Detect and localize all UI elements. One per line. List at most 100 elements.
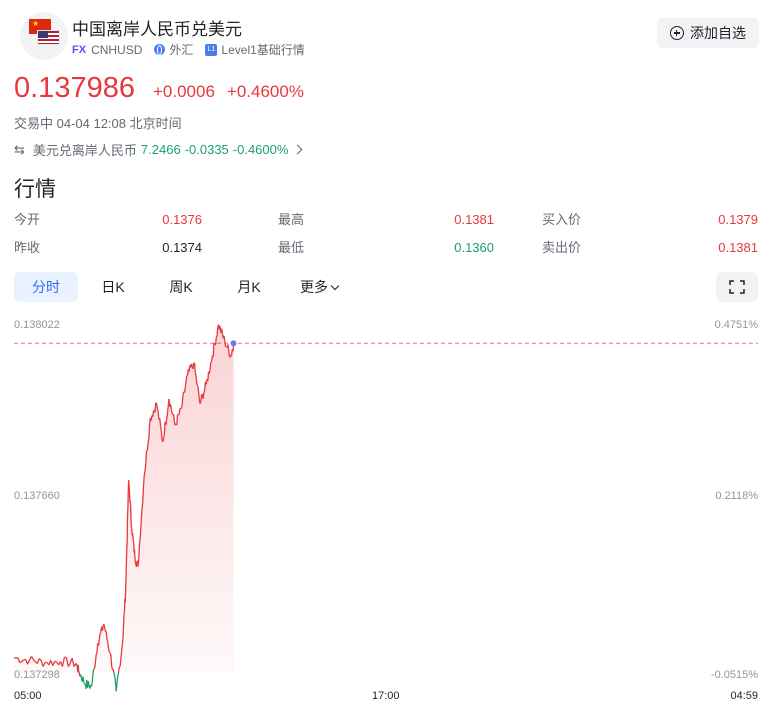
price-line-segment	[203, 389, 206, 394]
price-line-segment	[214, 337, 217, 346]
price-line-segment	[116, 676, 119, 682]
price-line-segment	[94, 654, 97, 663]
tab-weekly-k[interactable]: 周K	[148, 272, 214, 302]
price-line-segment	[142, 488, 145, 503]
price-line-segment	[99, 631, 102, 635]
price-line-segment	[197, 385, 200, 391]
tab-more[interactable]: 更多	[284, 272, 354, 302]
price-line-segment	[169, 404, 172, 410]
swap-icon: ⇆	[14, 141, 25, 157]
price-line-segment	[146, 443, 149, 451]
price-line-segment	[215, 335, 218, 338]
price-line-segment	[144, 463, 147, 472]
y-tick-label: 0.137660	[14, 490, 60, 502]
last-price: 0.137986	[14, 72, 135, 104]
price-line-segment	[227, 344, 230, 350]
price-line-segment	[166, 412, 169, 420]
stat-value: 0.1376	[162, 212, 202, 227]
price-line-segment	[162, 437, 165, 443]
price-line-segment	[208, 369, 211, 374]
price-line-segment	[213, 342, 216, 345]
price-line-segment	[195, 376, 198, 385]
quote-row: 0.137986 +0.0006 +0.4600%	[14, 72, 304, 105]
price-line-segment	[210, 360, 213, 363]
level1-icon: L1	[205, 43, 218, 56]
fx-badge: FX	[72, 43, 87, 56]
plus-circle-icon	[670, 26, 684, 40]
tab-intraday[interactable]: 分时	[14, 272, 78, 302]
price-line-segment	[212, 343, 215, 357]
price-line-segment	[137, 558, 140, 567]
price-line-segment	[183, 387, 186, 393]
price-line-segment	[119, 657, 122, 667]
price-line-segment	[91, 672, 94, 683]
x-tick-label: 17:00	[372, 690, 400, 702]
price-line-segment	[159, 425, 162, 431]
stat-label: 卖出价	[542, 240, 582, 255]
price-line-segment	[141, 502, 144, 510]
price-line-segment	[140, 509, 143, 524]
stat-value: 0.1379	[718, 212, 758, 227]
price-line-segment	[154, 402, 157, 413]
price-line-segment	[103, 623, 106, 628]
y-tick-label: 0.138022	[14, 319, 60, 331]
price-line-segment	[155, 402, 158, 405]
stat-label: 最低	[278, 240, 305, 255]
price-line-segment	[221, 328, 224, 335]
price-line-segment	[229, 355, 232, 358]
price-line-segment	[180, 404, 183, 409]
intraday-chart[interactable]: 0.138022 0.137660 0.137298 0.4751% 0.211…	[0, 310, 784, 718]
price-line-segment	[228, 349, 231, 357]
header: ★ 中国离岸人民币兑美元 FX CNHUSD 外汇 L1 Level1基础行情 …	[14, 12, 770, 62]
price-line-segment	[117, 666, 121, 672]
stat-ask: 卖出价 0.1381	[542, 236, 758, 260]
price-line-segment	[143, 471, 146, 476]
price-line-segment	[192, 362, 195, 369]
last-price-dot	[230, 340, 237, 347]
price-line-segment	[181, 395, 184, 405]
price-line-segment	[107, 648, 110, 653]
price-line-segment	[138, 543, 141, 560]
price-line-segment	[209, 362, 212, 370]
symbol-label: CNHUSD	[91, 42, 143, 57]
tab-daily-k[interactable]: 日K	[78, 272, 148, 302]
stat-value: 0.1381	[454, 212, 494, 227]
price-line-segment	[90, 681, 93, 687]
price-line-segment	[110, 655, 113, 667]
pct-tick-label: 0.2118%	[715, 490, 758, 502]
price-line-segment	[194, 372, 197, 377]
price-line-segment	[184, 381, 187, 388]
price-line-segment	[80, 674, 83, 679]
related-pair-link[interactable]: ⇆ 美元兑离岸人民币 7.2466 -0.0335 -0.4600%	[14, 140, 303, 159]
price-line-segment	[112, 669, 115, 674]
tab-monthly-k[interactable]: 月K	[214, 272, 284, 302]
price-line-segment	[155, 403, 159, 409]
add-watchlist-button[interactable]: 添加自选	[657, 18, 759, 48]
price-line-segment	[199, 401, 202, 404]
price-line-segment	[148, 423, 151, 438]
price-line-segment	[165, 419, 168, 425]
price-line-segment	[162, 435, 165, 439]
price-line-segment	[83, 682, 86, 685]
level-tag: L1 Level1基础行情	[205, 41, 305, 58]
price-line-segment	[157, 410, 160, 420]
price-line-segment	[114, 676, 117, 682]
fullscreen-button[interactable]	[716, 272, 758, 302]
price-line-segment	[200, 394, 203, 402]
stat-label: 最高	[278, 212, 305, 227]
price-line-segment	[152, 411, 155, 417]
globe-icon	[154, 44, 166, 55]
price-line-segment	[87, 681, 90, 686]
price-line-segment	[170, 409, 173, 414]
price-line-segment	[121, 643, 124, 651]
y-tick-label: 0.137298	[14, 669, 60, 681]
stat-high: 最高 0.1381	[278, 208, 494, 232]
price-line-segment	[145, 450, 148, 464]
chart-period-tabs: 分时 日K 周K 月K 更多	[14, 272, 354, 302]
price-line-segment	[190, 363, 193, 367]
pct-tick-label: 0.4751%	[714, 319, 758, 331]
price-line-segment	[142, 475, 145, 489]
x-tick-label: 04:59	[730, 690, 758, 702]
price-line-segment	[54, 660, 57, 663]
price-line-segment	[138, 537, 141, 544]
